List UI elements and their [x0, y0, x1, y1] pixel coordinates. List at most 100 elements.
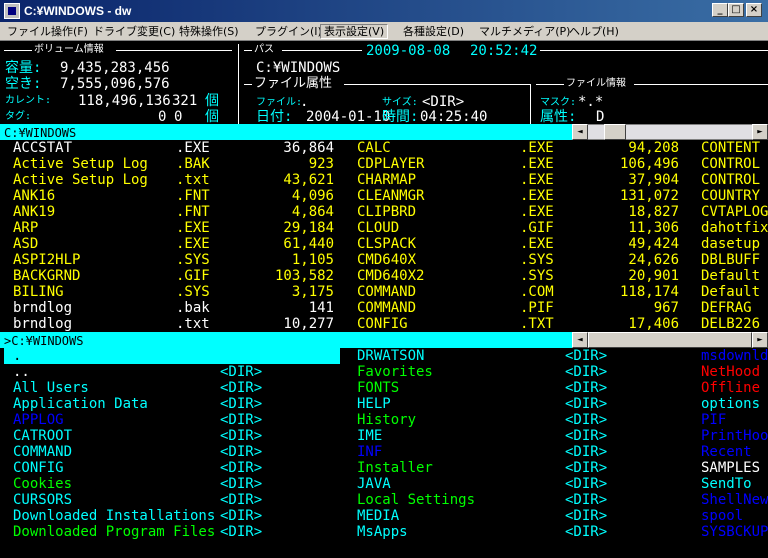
list-item[interactable]: CONFIG .TXT 17,406 — [0, 316, 768, 332]
list-item[interactable]: CURSORS <DIR> — [0, 492, 340, 508]
list-item[interactable]: Downloaded Installations <DIR> — [0, 508, 340, 524]
menu-settings[interactable]: 各種設定(D) — [400, 24, 467, 39]
list-item[interactable]: MEDIA <DIR> — [344, 508, 684, 524]
file-ext: .EXE — [520, 172, 554, 188]
list-item[interactable]: COMMAND <DIR> — [0, 444, 340, 460]
list-item[interactable]: FONTS <DIR> — [344, 380, 684, 396]
lower-file-list[interactable]: . <DIR>.. <DIR> All Users <DIR> Application D… — [0, 348, 768, 540]
mask-label: マスク: — [540, 97, 577, 108]
list-item[interactable]: .. <DIR> — [0, 364, 340, 380]
list-item[interactable]: DRWATSON <DIR> — [344, 348, 684, 364]
list-item[interactable]: CMD640X2 .SYS 20,901 — [0, 268, 768, 284]
minimize-button[interactable]: _ — [712, 3, 728, 17]
lower-pane-path-bar[interactable]: >C:¥WINDOWS ◄ ► — [0, 332, 768, 348]
list-item[interactable]: MsApps <DIR> — [344, 524, 684, 540]
list-item[interactable]: Default — [701, 268, 760, 284]
file-info-header: ファイル情報 — [566, 78, 626, 89]
file-size: 94,208 — [628, 140, 679, 156]
menu-multimedia[interactable]: マルチメディア(P) — [476, 24, 573, 39]
lower-scroll-right-icon[interactable]: ► — [752, 332, 768, 348]
list-item[interactable]: INF <DIR> — [344, 444, 684, 460]
list-item[interactable]: All Users <DIR> — [0, 380, 340, 396]
list-item[interactable]: IME <DIR> — [344, 428, 684, 444]
folder-name: Cookies — [13, 476, 73, 492]
list-item[interactable]: msdownld — [701, 348, 768, 364]
app-icon[interactable] — [4, 3, 20, 19]
list-item[interactable]: NetHood — [701, 364, 760, 380]
list-item[interactable]: DBLBUFF — [701, 252, 760, 268]
list-item[interactable]: CONFIG <DIR> — [0, 460, 340, 476]
maximize-button[interactable]: □ — [728, 3, 744, 17]
current-count: 321 — [172, 93, 198, 109]
title-bar[interactable]: C:¥WINDOWS - dw _ □ × — [0, 0, 768, 22]
list-item[interactable]: spool — [701, 508, 743, 524]
menu-special-ops[interactable]: 特殊操作(S) — [176, 24, 242, 39]
list-item[interactable]: Offline — [701, 380, 760, 396]
list-item[interactable]: PrintHood — [701, 428, 768, 444]
folder-name: INF — [357, 444, 383, 460]
list-item[interactable]: DEFRAG — [701, 300, 752, 316]
list-item[interactable]: dasetup — [701, 236, 760, 252]
list-item[interactable]: CDPLAYER .EXE 106,496 — [0, 156, 768, 172]
list-item[interactable]: SendTo — [701, 476, 752, 492]
list-item[interactable]: CALC .EXE 94,208 — [0, 140, 768, 156]
list-item[interactable]: CATROOT <DIR> — [0, 428, 340, 444]
list-item[interactable]: SAMPLES — [701, 460, 760, 476]
dir-tag: <DIR> — [565, 412, 608, 428]
list-item[interactable]: HELP <DIR> — [344, 396, 684, 412]
list-item[interactable]: SYSBCKUP — [701, 524, 768, 540]
upper-scroll-right-icon[interactable]: ► — [752, 124, 768, 140]
menu-help[interactable]: ヘルプ(H) — [566, 24, 622, 39]
list-item[interactable]: CONTENT — [701, 140, 760, 156]
folder-name: COMMAND — [13, 444, 73, 460]
menu-drive-change[interactable]: ドライブ変更(C) — [90, 24, 178, 39]
list-item[interactable]: Cookies <DIR> — [0, 476, 340, 492]
list-item[interactable]: COMMAND .COM 118,174 — [0, 284, 768, 300]
menu-plugin[interactable]: プラグイン(I) — [252, 24, 325, 39]
list-item[interactable]: History <DIR> — [344, 412, 684, 428]
list-item[interactable]: CMD640X .SYS 24,626 — [0, 252, 768, 268]
menu-file-ops[interactable]: ファイル操作(F) — [4, 24, 91, 39]
list-item[interactable]: Local Settings <DIR> — [344, 492, 684, 508]
list-item[interactable]: CLEANMGR .EXE 131,072 — [0, 188, 768, 204]
upper-pane-path-bar[interactable]: C:¥WINDOWS ◄ ► — [0, 124, 768, 140]
menu-display-settings[interactable]: 表示設定(V) — [320, 24, 389, 39]
dir-tag: <DIR> — [565, 396, 608, 412]
list-item[interactable]: Installer <DIR> — [344, 460, 684, 476]
list-item[interactable]: ShellNew — [701, 492, 768, 508]
list-item[interactable]: CHARMAP .EXE 37,904 — [0, 172, 768, 188]
list-item[interactable]: CLIPBRD .EXE 18,827 — [0, 204, 768, 220]
list-item[interactable]: COUNTRY — [701, 188, 760, 204]
list-item[interactable]: Recent — [701, 444, 752, 460]
file-name-label: ファイル: — [256, 97, 303, 108]
list-item[interactable]: dahotfix — [701, 220, 768, 236]
lower-scroll-thumb[interactable] — [588, 332, 752, 348]
close-button[interactable]: × — [746, 3, 762, 17]
list-item[interactable]: PIF — [701, 412, 726, 428]
lower-scroll-left-icon[interactable]: ◄ — [572, 332, 588, 348]
list-item[interactable]: DELB226 — [701, 316, 760, 332]
list-item[interactable]: Default — [701, 284, 760, 300]
list-item[interactable]: CONTROL — [701, 156, 760, 172]
list-item[interactable]: Downloaded Program Files <DIR> — [0, 524, 340, 540]
upper-file-list[interactable]: ACCSTAT .EXE 36,864 Active Setup Log .BAK 923… — [0, 140, 768, 332]
tag-unit: 個 — [205, 109, 219, 125]
current-unit: 個 — [205, 93, 219, 109]
list-item[interactable]: Favorites <DIR> — [344, 364, 684, 380]
list-item[interactable]: COMMAND .PIF 967 — [0, 300, 768, 316]
list-item[interactable]: CONTROL — [701, 172, 760, 188]
list-item[interactable]: options — [701, 396, 760, 412]
upper-scroll-left-icon[interactable]: ◄ — [572, 124, 588, 140]
upper-scroll-thumb[interactable] — [604, 124, 626, 140]
list-item[interactable]: . <DIR> — [4, 348, 340, 364]
list-item[interactable]: APPLOG <DIR> — [0, 412, 340, 428]
list-item[interactable]: CLOUD .GIF 11,306 — [0, 220, 768, 236]
dir-tag: <DIR> — [220, 412, 263, 428]
file-name: CMD640X — [357, 252, 417, 268]
file-size: 24,626 — [628, 252, 679, 268]
list-item[interactable]: JAVA <DIR> — [344, 476, 684, 492]
list-item[interactable]: CVTAPLOG — [701, 204, 768, 220]
upper-pane-scrollbar[interactable] — [572, 124, 768, 140]
list-item[interactable]: Application Data <DIR> — [0, 396, 340, 412]
list-item[interactable]: CLSPACK .EXE 49,424 — [0, 236, 768, 252]
